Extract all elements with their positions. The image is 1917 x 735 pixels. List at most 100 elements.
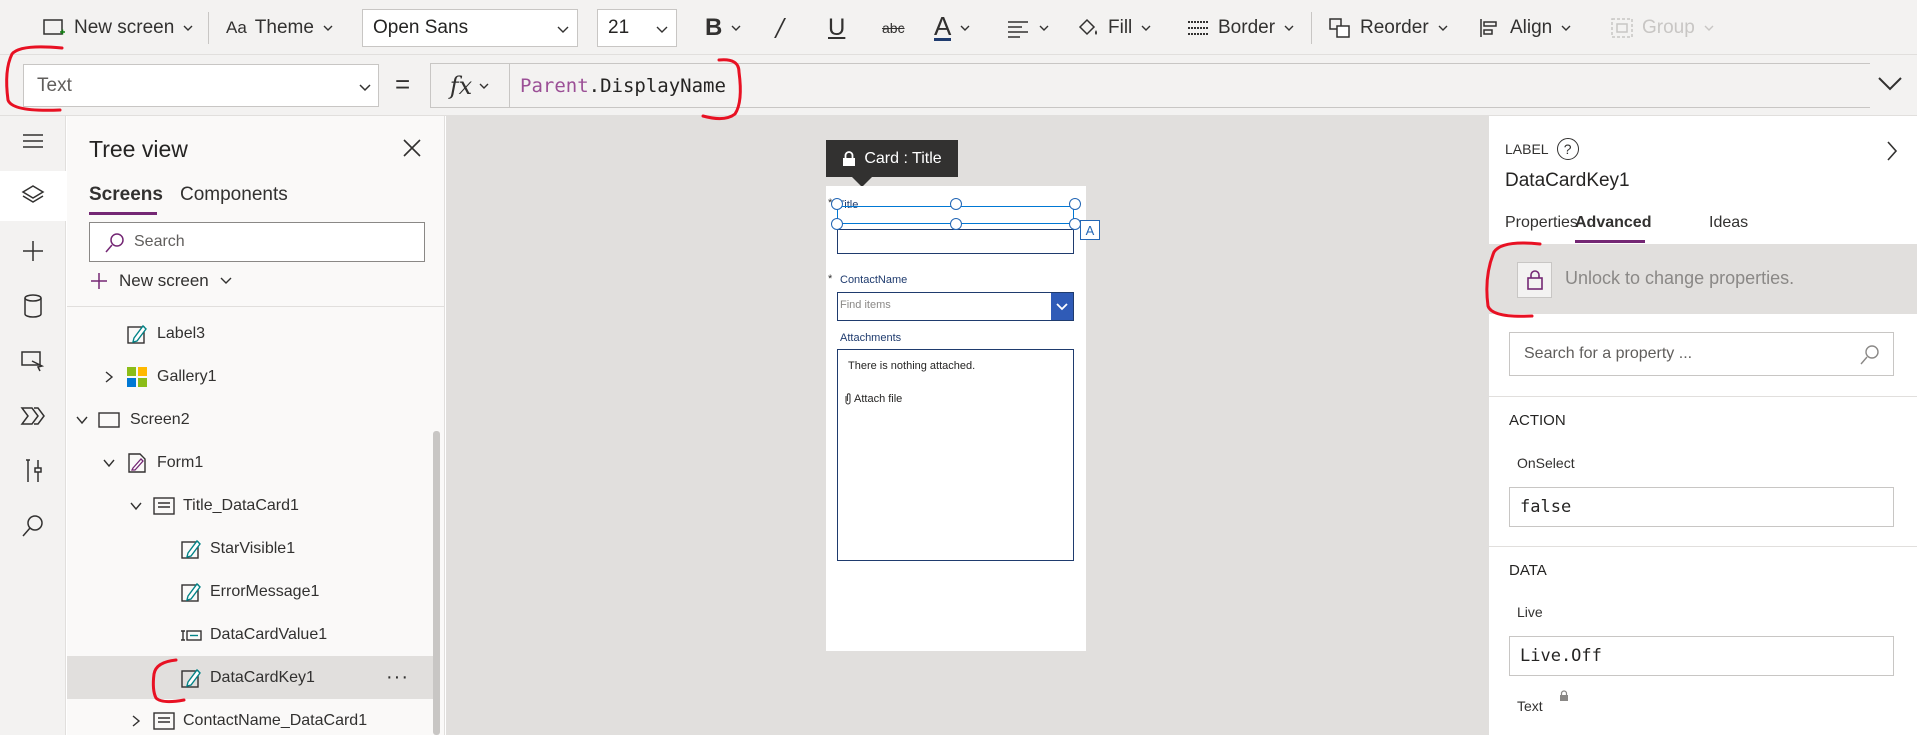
align-button[interactable]: Align: [1478, 0, 1572, 55]
fill-button[interactable]: Fill: [1076, 0, 1152, 55]
text-align-button[interactable]: [1006, 0, 1050, 55]
chevron-right-icon[interactable]: [1885, 140, 1899, 162]
border-button[interactable]: Border: [1186, 0, 1295, 55]
tab-components[interactable]: Components: [180, 184, 288, 206]
tree-node-label: StarVisible1: [210, 539, 296, 557]
tab-screens[interactable]: Screens: [89, 184, 163, 206]
hamburger-menu-button[interactable]: [0, 116, 66, 166]
reorder-button[interactable]: Reorder: [1328, 0, 1449, 55]
help-icon[interactable]: ?: [1556, 138, 1579, 160]
advanced-tools-button[interactable]: [0, 446, 66, 496]
combobox-dropdown-button[interactable]: [1051, 293, 1073, 320]
group-button[interactable]: Group: [1610, 0, 1715, 55]
tree-new-screen-button[interactable]: New screen: [89, 271, 233, 291]
card-icon: [153, 711, 175, 730]
attachments-box[interactable]: There is nothing attached. Attach file: [837, 349, 1074, 561]
fx-button[interactable]: fx: [430, 63, 510, 108]
new-screen-button[interactable]: New screen: [42, 0, 194, 55]
design-canvas[interactable]: Card : Title * Title * ContactName Find …: [446, 116, 1488, 735]
tree-node-screen2[interactable]: Screen2: [67, 398, 437, 441]
tree-new-screen-label: New screen: [119, 271, 209, 290]
property-search-placeholder: Search for a property ...: [1524, 345, 1693, 362]
font-color-button[interactable]: A: [934, 0, 971, 55]
font-family-value: Open Sans: [373, 17, 469, 38]
border-label: Border: [1218, 16, 1276, 38]
theme-icon: Aa: [226, 17, 247, 37]
resize-handle[interactable]: [831, 198, 843, 210]
media-icon: [21, 351, 45, 372]
expand-formula-icon[interactable]: [1877, 75, 1903, 93]
align-label: Align: [1510, 16, 1553, 38]
media-button[interactable]: [0, 336, 66, 386]
formula-keyword: Parent: [520, 74, 589, 97]
resize-handle[interactable]: [950, 218, 962, 230]
tab-properties[interactable]: Properties: [1505, 214, 1578, 232]
chevron-down-icon: [656, 26, 668, 33]
tree-node-label3[interactable]: Label3: [67, 312, 437, 355]
chevron-down-icon: [960, 25, 970, 31]
tree-node-contactname-datacard1[interactable]: ContactName_DataCard1: [67, 699, 437, 735]
plus-icon: [23, 241, 43, 261]
chevron-down-icon[interactable]: [102, 456, 116, 470]
card-icon: [153, 496, 175, 515]
section-data-title: DATA: [1509, 562, 1547, 579]
resize-handle[interactable]: [950, 198, 962, 210]
section-action[interactable]: ACTION: [1489, 396, 1917, 446]
tree-node-errormessage1[interactable]: ErrorMessage1: [67, 570, 437, 613]
property-select[interactable]: Text: [23, 64, 379, 107]
onselect-input[interactable]: false: [1509, 487, 1894, 527]
live-label: Live: [1517, 604, 1543, 620]
live-value: Live.Off: [1520, 646, 1602, 666]
underline-button[interactable]: U: [828, 0, 845, 55]
power-automate-button[interactable]: [0, 391, 66, 441]
tab-ideas[interactable]: Ideas: [1709, 214, 1748, 232]
close-icon[interactable]: [402, 138, 422, 158]
chevron-down-icon[interactable]: [75, 413, 89, 427]
font-family-select[interactable]: Open Sans: [362, 9, 578, 47]
more-options-icon[interactable]: ···: [386, 666, 409, 689]
theme-button[interactable]: Aa Theme: [226, 0, 334, 55]
chevron-right-icon[interactable]: [129, 714, 143, 728]
theme-label: Theme: [254, 16, 314, 38]
command-toolbar: New screen Aa Theme Open Sans 21 B / U a…: [0, 0, 1917, 55]
tree-view-button[interactable]: [0, 171, 66, 221]
resize-handle[interactable]: [831, 218, 843, 230]
toolbar-divider: [1311, 12, 1312, 44]
tree-node-label: DataCardKey1: [210, 668, 315, 686]
insert-button[interactable]: [0, 226, 66, 276]
tab-advanced[interactable]: Advanced: [1575, 214, 1651, 232]
flow-icon: [20, 407, 45, 425]
tree-node-datacardkey1[interactable]: DataCardKey1 ···: [67, 656, 437, 699]
tree-scrollbar[interactable]: [433, 431, 440, 735]
search-button[interactable]: [0, 501, 66, 551]
data-button[interactable]: [0, 281, 66, 331]
font-size-select[interactable]: 21: [597, 9, 677, 47]
property-search-input[interactable]: Search for a property ...: [1509, 332, 1894, 376]
italic-button[interactable]: /: [776, 0, 784, 55]
tree-node-form1[interactable]: Form1: [67, 441, 437, 484]
tree-divider: [67, 306, 445, 307]
live-input[interactable]: Live.Off: [1509, 636, 1894, 676]
formula-input[interactable]: Parent .DisplayName: [510, 63, 1870, 108]
resize-handle[interactable]: [1069, 198, 1081, 210]
contact-combobox[interactable]: Find items: [837, 292, 1074, 321]
tree-node-title-datacard1[interactable]: Title_DataCard1: [67, 484, 437, 527]
unlock-button[interactable]: [1517, 262, 1552, 298]
bold-button[interactable]: B: [705, 0, 742, 55]
tree-node-datacardvalue1[interactable]: DataCardValue1: [67, 613, 437, 656]
text-format-badge[interactable]: A: [1080, 220, 1100, 240]
title-input[interactable]: [837, 229, 1074, 254]
tree-search-input[interactable]: Search: [89, 222, 425, 262]
tree-node-gallery1[interactable]: Gallery1: [67, 355, 437, 398]
tree-node-starvisible1[interactable]: StarVisible1: [67, 527, 437, 570]
text-align-icon: [1008, 20, 1028, 38]
form-icon: [128, 452, 146, 473]
attach-file-link[interactable]: Attach file: [844, 393, 902, 405]
section-data[interactable]: DATA: [1489, 546, 1917, 596]
unlock-message: Unlock to change properties.: [1565, 268, 1795, 288]
chevron-right-icon[interactable]: [102, 370, 116, 384]
chevron-down-icon: [359, 84, 371, 92]
chevron-down-icon[interactable]: [129, 499, 143, 513]
strikethrough-button[interactable]: abc: [882, 0, 905, 55]
tree-search-placeholder: Search: [134, 233, 185, 250]
